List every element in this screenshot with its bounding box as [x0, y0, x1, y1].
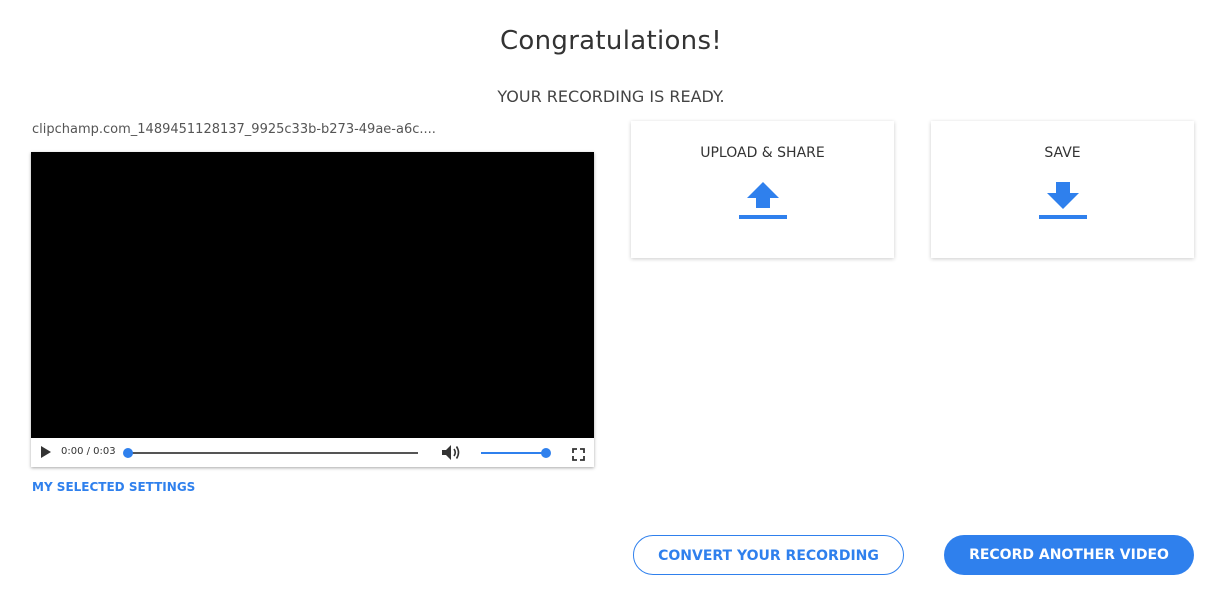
- upload-share-card[interactable]: UPLOAD & SHARE: [631, 121, 894, 258]
- fullscreen-icon[interactable]: [572, 446, 585, 465]
- progress-knob[interactable]: [123, 448, 133, 458]
- volume-knob[interactable]: [541, 448, 551, 458]
- record-another-video-button[interactable]: RECORD ANOTHER VIDEO: [944, 535, 1194, 575]
- my-selected-settings-link[interactable]: MY SELECTED SETTINGS: [32, 480, 195, 494]
- progress-bar[interactable]: [123, 448, 418, 458]
- volume-icon[interactable]: [441, 444, 461, 465]
- video-time: 0:00 / 0:03: [61, 446, 116, 457]
- save-label: SAVE: [1044, 145, 1081, 161]
- video-controls: 0:00 / 0:03: [31, 438, 594, 467]
- play-icon[interactable]: [41, 446, 51, 458]
- convert-recording-button[interactable]: CONVERT YOUR RECORDING: [633, 535, 904, 575]
- upload-share-label: UPLOAD & SHARE: [700, 145, 825, 161]
- video-screen[interactable]: [31, 152, 594, 438]
- download-arrow-icon: [1037, 179, 1089, 227]
- save-card[interactable]: SAVE: [931, 121, 1194, 258]
- volume-slider[interactable]: [481, 448, 551, 458]
- upload-arrow-icon: [737, 179, 789, 227]
- video-filename: clipchamp.com_1489451128137_9925c33b-b27…: [32, 122, 436, 137]
- video-player: 0:00 / 0:03: [31, 152, 594, 467]
- page-subtitle: YOUR RECORDING IS READY.: [497, 87, 725, 106]
- page-title: Congratulations!: [499, 26, 723, 56]
- volume-fill: [481, 452, 546, 454]
